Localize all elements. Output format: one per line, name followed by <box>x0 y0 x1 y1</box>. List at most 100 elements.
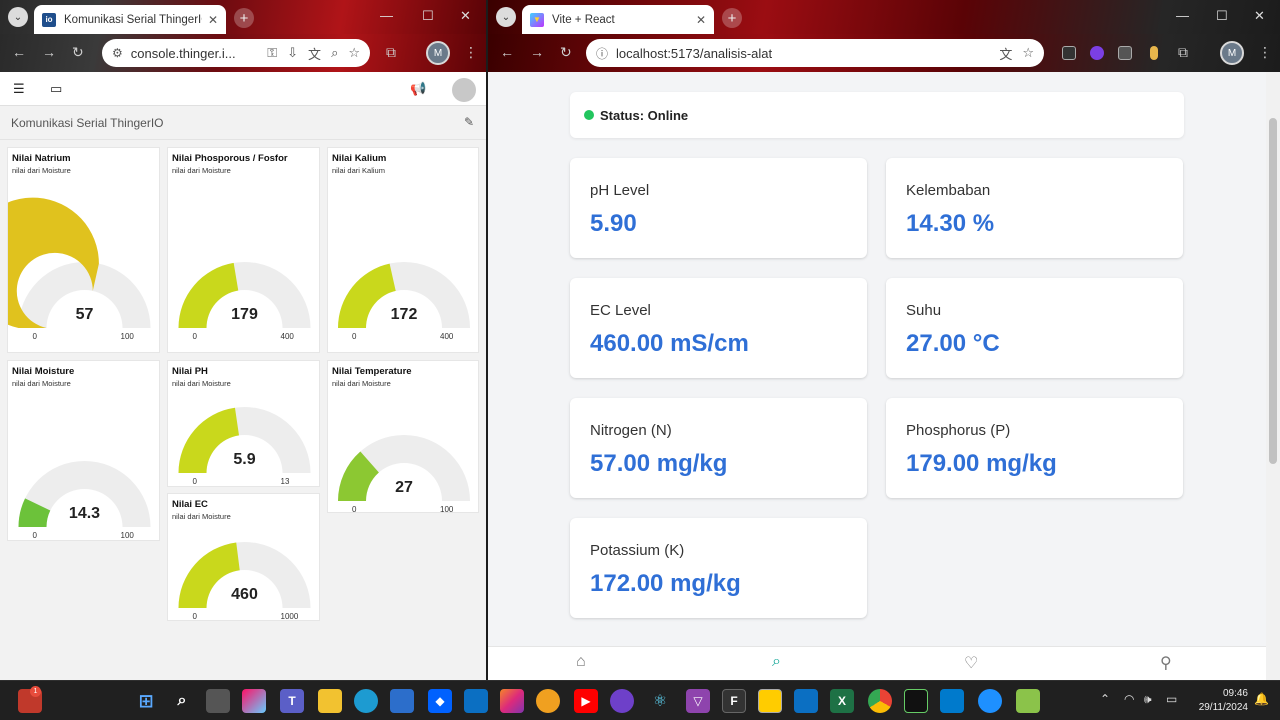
vscode-icon[interactable] <box>940 689 964 713</box>
teams-icon[interactable]: T <box>280 689 304 713</box>
extensions-icon[interactable]: ⧉ <box>386 44 396 61</box>
forward-icon[interactable]: → <box>530 44 544 60</box>
extension-icon-2[interactable] <box>1090 46 1104 60</box>
wifi-icon[interactable]: ◠ <box>1124 692 1134 706</box>
bookmark-star-icon[interactable]: ☆ <box>1022 45 1034 61</box>
heart-icon[interactable]: ♡ <box>964 653 978 673</box>
close-window-icon[interactable]: ✕ <box>1254 8 1265 24</box>
task-view-icon[interactable] <box>206 689 230 713</box>
chevron-up-icon[interactable]: ⌃ <box>1100 692 1110 706</box>
edit-icon[interactable]: ✎ <box>464 115 474 129</box>
forward-icon[interactable]: → <box>42 44 56 60</box>
browser-window-vite: ⌄ ▼ Vite + React ✕ + — ☐ ✕ ← → ↻ ⓘ local… <box>488 0 1280 680</box>
address-bar[interactable]: ⚙ console.thinger.i... ⚿ ⇩ 文 ⌕ ☆ <box>102 39 370 67</box>
search-taskbar-icon[interactable]: ⌕ <box>170 689 194 713</box>
translate-icon[interactable]: 文 <box>999 44 1012 63</box>
profile-avatar[interactable]: M <box>1220 41 1244 65</box>
tab-search-button[interactable]: ⌄ <box>8 7 28 27</box>
new-tab-button[interactable]: + <box>234 8 254 28</box>
sensor-card: Nitrogen (N) 57.00 mg/kg <box>570 398 867 498</box>
sensor-label: pH Level <box>590 182 650 199</box>
close-tab-icon[interactable]: ✕ <box>208 13 218 27</box>
github-icon[interactable] <box>610 689 634 713</box>
bookmark-star-icon[interactable]: ☆ <box>348 45 360 61</box>
instagram-icon[interactable] <box>500 689 524 713</box>
maximize-icon[interactable]: ☐ <box>422 8 434 24</box>
app-icon-2[interactable] <box>536 689 560 713</box>
tab-thinger[interactable]: io Komunikasi Serial ThingerIO ✕ <box>34 5 226 34</box>
app-icon-6[interactable] <box>1016 689 1040 713</box>
youtube-icon[interactable]: ▶ <box>574 689 598 713</box>
back-icon[interactable]: ← <box>12 44 26 60</box>
vite-app-icon[interactable]: ▽ <box>686 689 710 713</box>
tab-search-button[interactable]: ⌄ <box>496 7 516 27</box>
file-explorer-icon[interactable] <box>318 689 342 713</box>
tab-strip: ⌄ io Komunikasi Serial ThingerIO ✕ + — ☐… <box>0 0 486 34</box>
start-icon[interactable]: ⊞ <box>134 689 158 713</box>
extension-icon-3[interactable] <box>1118 46 1132 60</box>
app-icon-3[interactable] <box>794 689 818 713</box>
user-icon[interactable]: ⚲ <box>1160 653 1172 673</box>
zoom-icon[interactable]: ⌕ <box>331 45 338 61</box>
sensor-label: Potassium (K) <box>590 542 685 559</box>
notification-bell-icon[interactable]: 🔔 <box>1254 692 1269 706</box>
app-icon-1[interactable] <box>464 689 488 713</box>
user-avatar[interactable] <box>452 78 476 102</box>
store-icon[interactable] <box>390 689 414 713</box>
close-window-icon[interactable]: ✕ <box>460 8 471 24</box>
home-icon[interactable]: ⌂ <box>576 653 586 671</box>
browser-toolbar: ← → ↻ ⓘ localhost:5173/analisis-alat 文 ☆… <box>488 34 1280 72</box>
gauge-value: 460 <box>231 586 258 603</box>
minimize-icon[interactable]: — <box>1176 8 1189 23</box>
extension-icon-4[interactable] <box>1150 46 1158 60</box>
search-icon[interactable]: ⌕ <box>772 653 781 671</box>
key-icon[interactable]: ⚿ <box>267 45 277 61</box>
back-icon[interactable]: ← <box>500 44 514 60</box>
system-clock[interactable]: 09:46 29/11/2024 <box>1188 687 1248 715</box>
copilot-icon[interactable] <box>242 689 266 713</box>
scrollbar-thumb[interactable] <box>1269 118 1277 464</box>
chrome-icon[interactable] <box>868 689 892 713</box>
edge-icon[interactable] <box>354 689 378 713</box>
install-icon[interactable]: ⇩ <box>287 45 298 61</box>
gauge: 27 0 100 <box>328 361 480 514</box>
gauge-min: 0 <box>192 477 197 486</box>
menu-kebab-icon[interactable]: ⋮ <box>1258 44 1272 61</box>
battery-icon[interactable]: ▭ <box>1166 692 1177 706</box>
new-tab-button[interactable]: + <box>722 8 742 28</box>
translate-icon[interactable]: 文 <box>308 44 321 63</box>
megaphone-icon[interactable]: 📢 <box>410 81 426 97</box>
gauge-max: 400 <box>280 332 294 341</box>
gauge-min: 0 <box>192 612 197 621</box>
react-icon[interactable]: ⚛ <box>648 689 672 713</box>
reload-icon[interactable]: ↻ <box>72 44 84 61</box>
maximize-icon[interactable]: ☐ <box>1216 8 1228 24</box>
sensor-value: 460.00 mS/cm <box>590 330 749 357</box>
profile-avatar[interactable]: M <box>426 41 450 65</box>
extension-icon-1[interactable] <box>1062 46 1076 60</box>
folder-icon[interactable]: ▭ <box>50 81 62 97</box>
gauge-max: 1000 <box>280 612 299 621</box>
address-bar[interactable]: ⓘ localhost:5173/analisis-alat 文 ☆ <box>586 39 1044 67</box>
sensor-card: Kelembaban 14.30 % <box>886 158 1183 258</box>
app-icon-5[interactable] <box>978 689 1002 713</box>
volume-icon[interactable]: 🕪 <box>1144 692 1152 707</box>
hamburger-menu-icon[interactable]: ☰ <box>13 81 25 97</box>
terminal-icon[interactable]: F <box>722 689 746 713</box>
analisis-alat-page: Status: Online pH Level 5.90 Kelembaban 1… <box>488 72 1280 680</box>
minimize-icon[interactable]: — <box>380 8 393 23</box>
extensions-icon[interactable]: ⧉ <box>1178 44 1188 61</box>
site-info-icon[interactable]: ⚙ <box>112 46 123 60</box>
reload-icon[interactable]: ↻ <box>560 44 572 61</box>
page-scrollbar[interactable] <box>1266 72 1280 680</box>
menu-kebab-icon[interactable]: ⋮ <box>464 44 478 61</box>
app-icon-4[interactable] <box>904 689 928 713</box>
sticky-notes-icon[interactable] <box>758 689 782 713</box>
site-info-icon[interactable]: ⓘ <box>596 45 608 62</box>
sensor-card: pH Level 5.90 <box>570 158 867 258</box>
excel-icon[interactable]: X <box>830 689 854 713</box>
close-tab-icon[interactable]: ✕ <box>696 13 706 27</box>
gauge: 460 0 1000 <box>168 494 321 622</box>
dropbox-icon[interactable]: ◆ <box>428 689 452 713</box>
tab-vite-react[interactable]: ▼ Vite + React ✕ <box>522 5 714 34</box>
